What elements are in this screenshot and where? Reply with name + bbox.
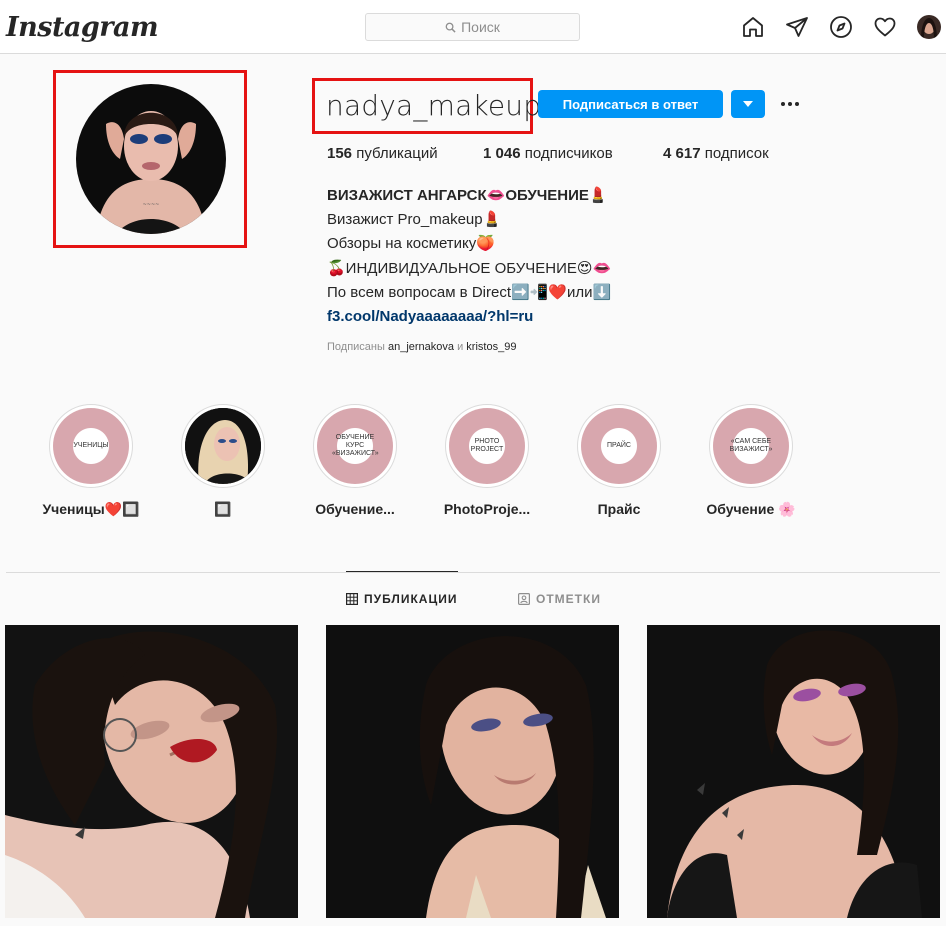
story-highlight[interactable]: «САМ СЕБЕ ВИЗАЖИСТ» Обучение 🌸 bbox=[706, 404, 796, 517]
followed-by[interactable]: Подписаны an_jernakova и kristos_99 bbox=[327, 341, 516, 353]
post-thumbnail[interactable] bbox=[326, 625, 619, 918]
profile-bio: ВИЗАЖИСТ АНГАРСК👄ОБУЧЕНИЕ💄 Визажист Pro_… bbox=[327, 184, 611, 329]
bio-line: По всем вопросам в Direct➡️📲❤️или⬇️ bbox=[327, 283, 612, 301]
highlight-label: Обучение 🌸 bbox=[706, 501, 796, 517]
suggested-dropdown-button[interactable] bbox=[731, 90, 765, 118]
followers-count[interactable]: 1 046 подписчиков bbox=[483, 145, 613, 162]
highlight-label: PhotoProje... bbox=[443, 501, 531, 517]
bio-line: Визажист Pro_makeup💄 bbox=[327, 211, 502, 229]
bio-line: 🍒ИНДИВИДУАЛЬНОЕ ОБУЧЕНИЕ😍👄 bbox=[327, 259, 612, 277]
search-icon bbox=[445, 22, 456, 33]
svg-text:~~~~: ~~~~ bbox=[143, 202, 160, 208]
highlight-photo bbox=[185, 408, 261, 484]
profile-username: nadya_makeup6 bbox=[326, 89, 560, 122]
highlight-label: Ученицы❤️🔲 bbox=[42, 501, 140, 517]
story-highlight[interactable]: ОБУЧЕНИЕ КУРС «ВИЗАЖИСТ» Обучение... bbox=[313, 404, 397, 517]
home-icon[interactable] bbox=[739, 13, 767, 41]
follow-back-button[interactable]: Подписаться в ответ bbox=[538, 90, 723, 118]
tabs-divider bbox=[6, 572, 940, 573]
explore-icon[interactable] bbox=[827, 13, 855, 41]
profile-avatar-icon[interactable] bbox=[917, 15, 941, 39]
profile-avatar[interactable]: ~~~~ bbox=[76, 84, 226, 234]
post-thumbnail[interactable] bbox=[647, 625, 940, 918]
bio-name: ВИЗАЖИСТ АНГАРСК👄ОБУЧЕНИЕ💄 bbox=[327, 187, 608, 204]
story-highlight[interactable]: 🔲 bbox=[181, 404, 265, 517]
posts-count: 156 публикаций bbox=[327, 145, 438, 162]
caret-down-icon bbox=[743, 101, 753, 107]
activity-heart-icon[interactable] bbox=[871, 13, 899, 41]
post-thumbnail[interactable] bbox=[5, 625, 298, 918]
search-placeholder: Поиск bbox=[461, 19, 500, 35]
highlight-label: Прайс bbox=[597, 501, 641, 517]
top-navbar: Instagram Поиск bbox=[0, 0, 946, 54]
following-count[interactable]: 4 617 подписок bbox=[663, 145, 769, 162]
highlight-label: 🔲 bbox=[214, 501, 232, 517]
bio-line: Обзоры на косметику🍑 bbox=[327, 235, 495, 253]
tab-tagged[interactable]: ОТМЕТКИ bbox=[518, 592, 601, 606]
tab-posts[interactable]: ПУБЛИКАЦИИ bbox=[346, 592, 457, 606]
bio-link[interactable]: f3.cool/Nadyaaaaaaaa/?hl=ru bbox=[327, 305, 611, 329]
tagged-user-icon bbox=[518, 593, 530, 605]
highlight-label: Обучение... bbox=[315, 501, 395, 517]
story-highlight[interactable]: УЧЕНИЦЫ Ученицы❤️🔲 bbox=[42, 404, 140, 517]
search-input[interactable]: Поиск bbox=[365, 13, 580, 41]
more-options-button[interactable] bbox=[776, 92, 804, 116]
story-highlight[interactable]: ПРАЙС Прайс bbox=[577, 404, 661, 517]
story-highlight[interactable]: PHOTO PROJECT PhotoProje... bbox=[444, 404, 530, 517]
active-tab-indicator bbox=[346, 571, 458, 572]
nav-icons bbox=[739, 13, 941, 41]
grid-icon bbox=[346, 593, 358, 605]
instagram-logo[interactable]: Instagram bbox=[6, 12, 159, 43]
direct-icon[interactable] bbox=[783, 13, 811, 41]
